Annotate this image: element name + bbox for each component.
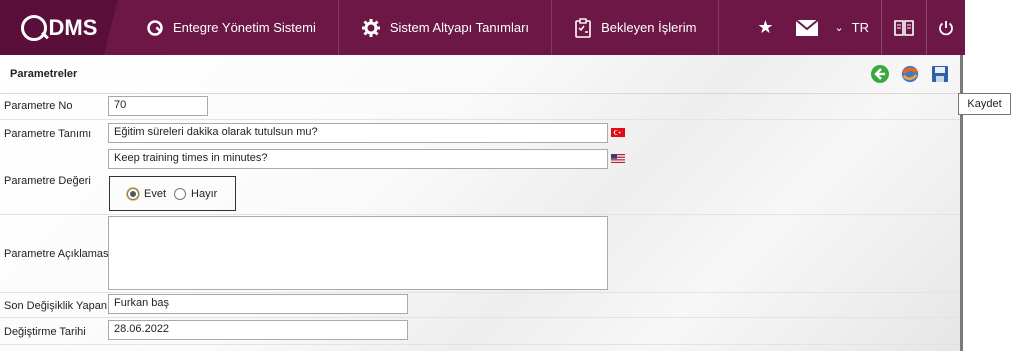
modified-date-field[interactable]: 28.06.2022 <box>108 320 408 340</box>
panel-header: Parametreler <box>0 55 960 94</box>
modified-date-label: Değiştirme Tarihi <box>4 326 86 338</box>
param-no-label: Parametre No <box>4 100 73 112</box>
row-divider <box>0 119 960 120</box>
radio-evet-label: Evet <box>144 187 167 200</box>
param-def-tr-input[interactable]: Eğitim süreleri dakika olarak tutulsun m… <box>108 123 608 143</box>
last-modifier-label: Son Değişiklik Yapan <box>4 300 107 312</box>
logo-q-mark <box>20 14 47 41</box>
panel-toolbar <box>870 64 950 84</box>
param-desc-textarea[interactable] <box>108 216 608 290</box>
q-logo-icon <box>146 19 164 37</box>
radio-evet[interactable]: Evet <box>127 187 167 200</box>
save-tooltip: Kaydet <box>958 93 1011 115</box>
book-icon[interactable] <box>882 0 926 55</box>
radio-hayir[interactable]: Hayır <box>174 187 218 200</box>
page-title: Parametreler <box>10 68 78 80</box>
nav-item-label: Bekleyen İşlerim <box>601 20 697 35</box>
nav-item-sistem-altyapi[interactable]: Sistem Altyapı Tanımları <box>339 0 553 55</box>
language-label: TR <box>851 20 869 35</box>
radio-indicator[interactable] <box>174 187 187 200</box>
qdms-logo[interactable]: DMS <box>0 0 118 55</box>
chevron-down-icon: ⌄ <box>834 22 844 34</box>
param-no-input[interactable]: 70 <box>108 96 208 116</box>
row-divider <box>0 292 960 293</box>
param-def-label: Parametre Tanımı <box>4 128 92 140</box>
nav-item-bekleyen-islerim[interactable]: Bekleyen İşlerim <box>552 0 720 55</box>
nav-item-label: Sistem Altyapı Tanımları <box>389 20 530 35</box>
turkish-flag-icon[interactable] <box>611 128 625 137</box>
us-flag-icon[interactable] <box>611 154 625 163</box>
star-icon[interactable]: ★ <box>744 0 786 55</box>
gear-icon <box>361 18 381 38</box>
last-modifier-field[interactable]: Furkan baş <box>108 294 408 314</box>
param-value-radio-group: Evet Hayır <box>109 176 236 211</box>
param-def-en-input[interactable]: Keep training times in minutes? <box>108 149 608 169</box>
back-icon[interactable] <box>870 64 890 84</box>
row-divider <box>0 344 960 345</box>
nav-item-entegre-yonetim[interactable]: Entegre Yönetim Sistemi <box>118 0 339 55</box>
radio-hayir-label: Hayır <box>191 187 218 200</box>
top-right-tools: ★ ⌄ TR <box>744 0 965 55</box>
row-divider <box>0 317 960 318</box>
parameters-panel: Parametreler Parametre No 70 Parametre T… <box>0 55 963 351</box>
param-desc-label: Parametre Açıklaması <box>4 248 112 260</box>
top-navigation-bar: DMS Entegre Yönetim Sistemi Sistem Altya… <box>0 0 965 55</box>
logo-text: DMS <box>48 14 98 40</box>
row-divider <box>0 214 960 215</box>
param-value-label: Parametre Değeri <box>4 175 91 187</box>
radio-selected-indicator[interactable] <box>127 187 139 200</box>
mail-icon[interactable] <box>786 0 828 55</box>
refresh-icon[interactable] <box>900 64 920 84</box>
power-icon[interactable] <box>927 0 965 55</box>
nav-item-label: Entegre Yönetim Sistemi <box>173 20 316 35</box>
clipboard-icon <box>574 17 592 38</box>
save-icon[interactable] <box>930 64 950 84</box>
language-selector[interactable]: ⌄ TR <box>828 20 881 35</box>
